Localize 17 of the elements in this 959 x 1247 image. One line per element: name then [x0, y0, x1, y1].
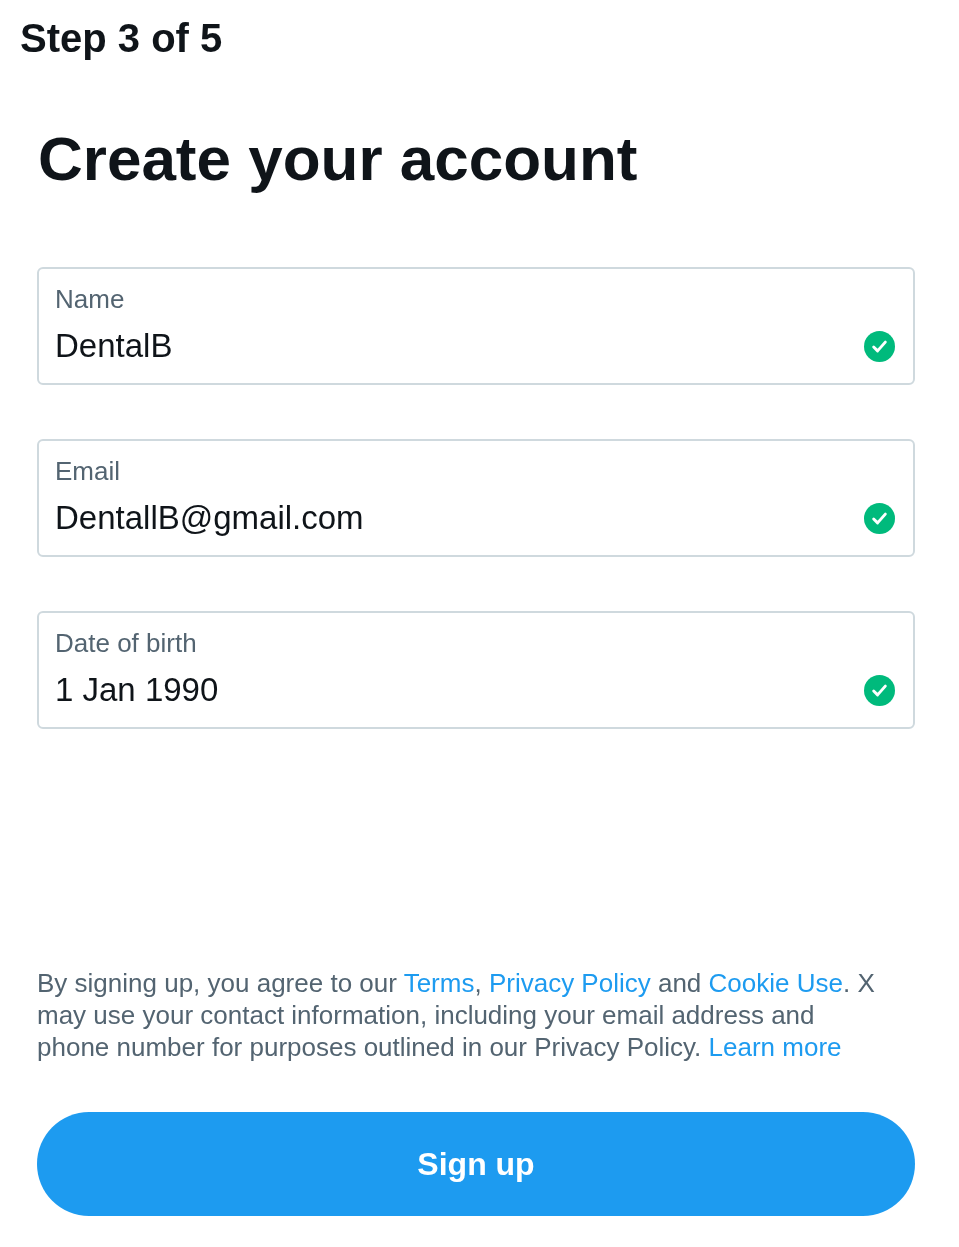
- field-label: Email: [55, 456, 120, 486]
- field-value: 1 Jan 1990: [55, 670, 219, 710]
- legal-link[interactable]: Cookie Use: [708, 968, 843, 998]
- sign-up-button[interactable]: Sign up: [37, 1112, 915, 1216]
- legal-link[interactable]: Terms: [403, 968, 475, 998]
- step-indicator: Step 3 of 5: [20, 15, 223, 61]
- field-label: Date of birth: [55, 628, 197, 658]
- field-label: Name: [55, 284, 125, 314]
- page-title: Create your account: [38, 123, 638, 195]
- field-value: DentalB: [55, 326, 173, 366]
- text-field[interactable]: Name DentalB: [37, 267, 915, 385]
- field-value: DentallB@gmail.com: [55, 498, 364, 538]
- text-field[interactable]: Date of birth 1 Jan 1990: [37, 611, 915, 729]
- legal-link[interactable]: Privacy Policy: [488, 968, 651, 998]
- legal-link[interactable]: Learn more: [708, 1032, 842, 1062]
- text-field[interactable]: Email DentallB@gmail.com: [37, 439, 915, 557]
- legal-notice: By signing up, you agree to our Terms, Privacy Policy and Cookie Use. X may use your contact information, including your email address and phone number for purposes outlined in our Privacy Policy. Learn more: [37, 967, 876, 1063]
